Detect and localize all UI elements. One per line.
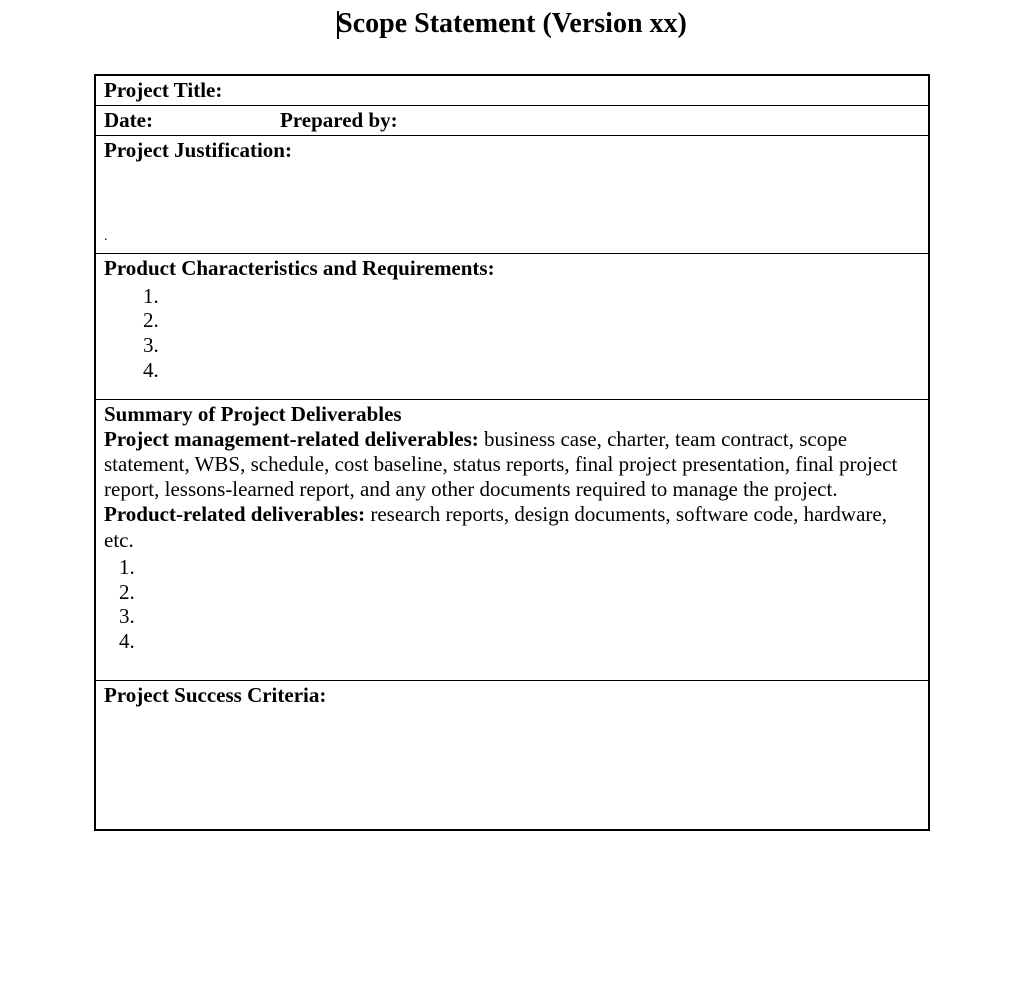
date-prepared-row: Date: Prepared by: (95, 106, 929, 136)
scope-table: Project Title: Date: Prepared by: Projec… (94, 74, 930, 831)
list-item (164, 308, 920, 333)
list-item (164, 284, 920, 309)
justification-row: Project Justification: . (95, 136, 929, 254)
prepared-by-label: Prepared by: (280, 108, 398, 133)
success-criteria-label: Project Success Criteria: (104, 683, 920, 708)
list-item (140, 629, 920, 654)
product-deliverables-list (140, 553, 920, 678)
characteristics-label: Product Characteristics and Requirements… (104, 256, 920, 281)
product-deliverables-block: Product-related deliverables: research r… (104, 502, 920, 552)
list-item (140, 580, 920, 605)
list-item (140, 555, 920, 580)
list-item (140, 604, 920, 629)
characteristics-row: Product Characteristics and Requirements… (95, 254, 929, 399)
pm-deliverables-block: Project management-related deliverables:… (104, 427, 920, 503)
title-text: Scope Statement (Version xx) (337, 8, 687, 39)
pm-deliverables-label: Project management-related deliverables: (104, 427, 479, 451)
project-title-label: Project Title: (104, 78, 222, 102)
list-item (164, 358, 920, 383)
success-criteria-row: Project Success Criteria: (95, 680, 929, 830)
product-deliverables-label: Product-related deliverables: (104, 502, 365, 526)
dot-marker: . (104, 230, 920, 244)
requirements-list (164, 282, 920, 397)
date-label: Date: (104, 108, 280, 133)
project-title-row: Project Title: (95, 75, 929, 106)
list-item (164, 333, 920, 358)
deliverables-row: Summary of Project Deliverables Project … (95, 399, 929, 680)
page-title: Scope Statement (Version xx) (194, 0, 830, 74)
scope-statement-page: Scope Statement (Version xx) Project Tit… (0, 0, 1024, 831)
justification-label: Project Justification: (104, 138, 920, 165)
deliverables-heading: Summary of Project Deliverables (104, 402, 920, 427)
